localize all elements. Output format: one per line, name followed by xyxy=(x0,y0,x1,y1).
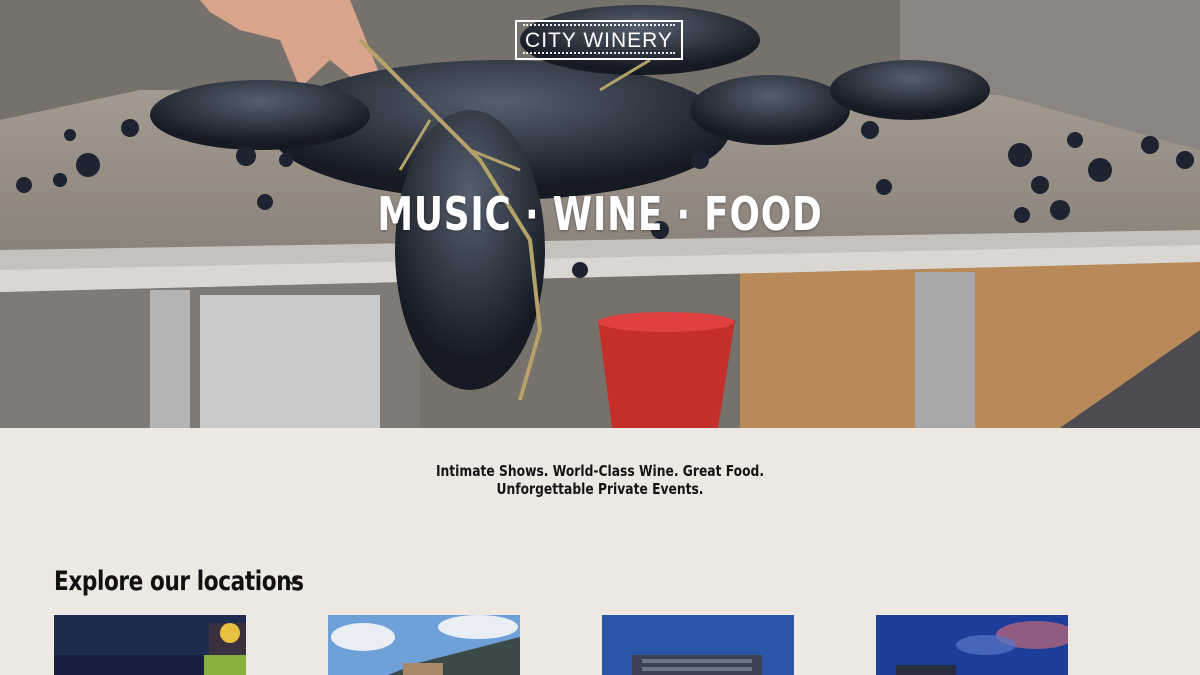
explore-locations-toggle[interactable]: Explore our locations xyxy=(54,563,366,599)
blue-sky-building-photo xyxy=(876,615,1068,675)
logo-text: CITY WINERY xyxy=(525,28,673,52)
hero-tagline: MUSIC · WINE · FOOD xyxy=(377,187,823,241)
sky-building-photo xyxy=(328,615,520,675)
hero-video: CITY WINERY MUSIC · WINE · FOOD xyxy=(0,0,1200,428)
location-card[interactable] xyxy=(328,615,520,675)
locations-heading: Explore our locations xyxy=(54,565,304,597)
location-card[interactable] xyxy=(876,615,1068,675)
intro-line-2: Unforgettable Private Events. xyxy=(496,480,704,498)
location-card[interactable] xyxy=(602,615,794,675)
chevron-down-icon xyxy=(285,577,299,586)
intro-text: Intimate Shows. World-Class Wine. Great … xyxy=(0,462,1200,498)
dusk-building-photo xyxy=(602,615,794,675)
night-venue-photo xyxy=(54,615,246,675)
city-winery-logo[interactable]: CITY WINERY xyxy=(515,20,683,60)
location-card[interactable] xyxy=(54,615,246,675)
intro-line-1: Intimate Shows. World-Class Wine. Great … xyxy=(435,462,765,480)
